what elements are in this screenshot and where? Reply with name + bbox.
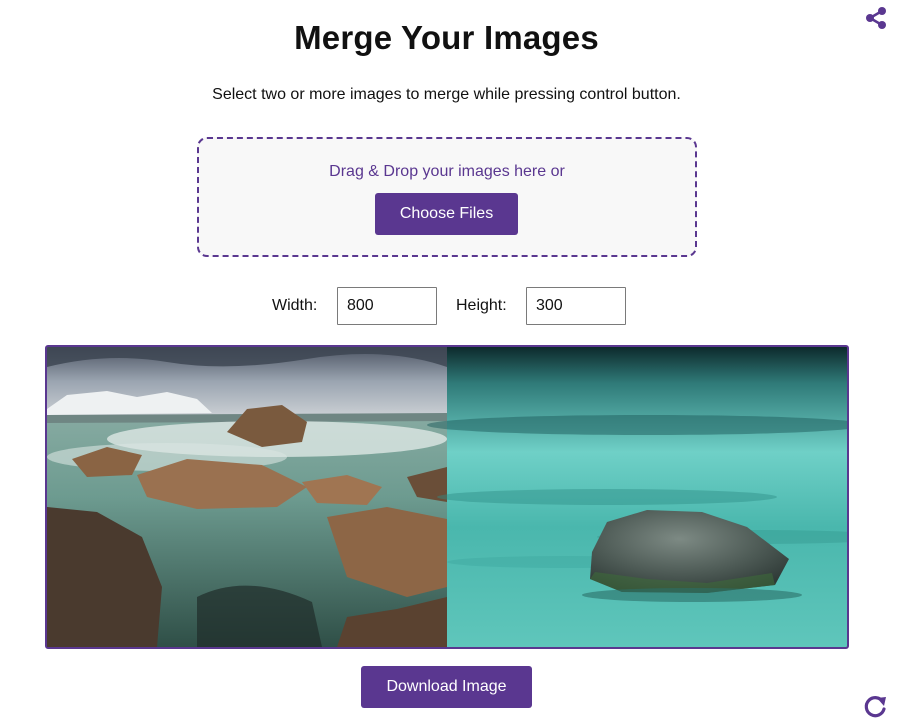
page-title: Merge Your Images <box>294 19 599 56</box>
coastal-rocks-photo <box>47 347 447 647</box>
choose-files-button[interactable]: Choose Files <box>375 193 518 235</box>
rock-on-ice-photo <box>427 347 847 647</box>
image-dropzone[interactable]: Drag & Drop your images here or Choose F… <box>197 137 697 257</box>
refresh-icon[interactable] <box>862 694 888 720</box>
width-label: Width: <box>272 297 318 314</box>
page-subtitle: Select two or more images to merge while… <box>212 86 681 103</box>
height-label: Height: <box>456 297 507 314</box>
download-image-button[interactable]: Download Image <box>361 666 532 708</box>
dimensions-row: Width: Height: <box>0 287 897 325</box>
dropzone-text: Drag & Drop your images here or <box>329 163 565 180</box>
width-input[interactable] <box>337 287 437 325</box>
merge-images-page: Merge Your Images Select two or more ima… <box>0 0 897 727</box>
height-input[interactable] <box>526 287 626 325</box>
merged-image-preview <box>45 345 849 649</box>
